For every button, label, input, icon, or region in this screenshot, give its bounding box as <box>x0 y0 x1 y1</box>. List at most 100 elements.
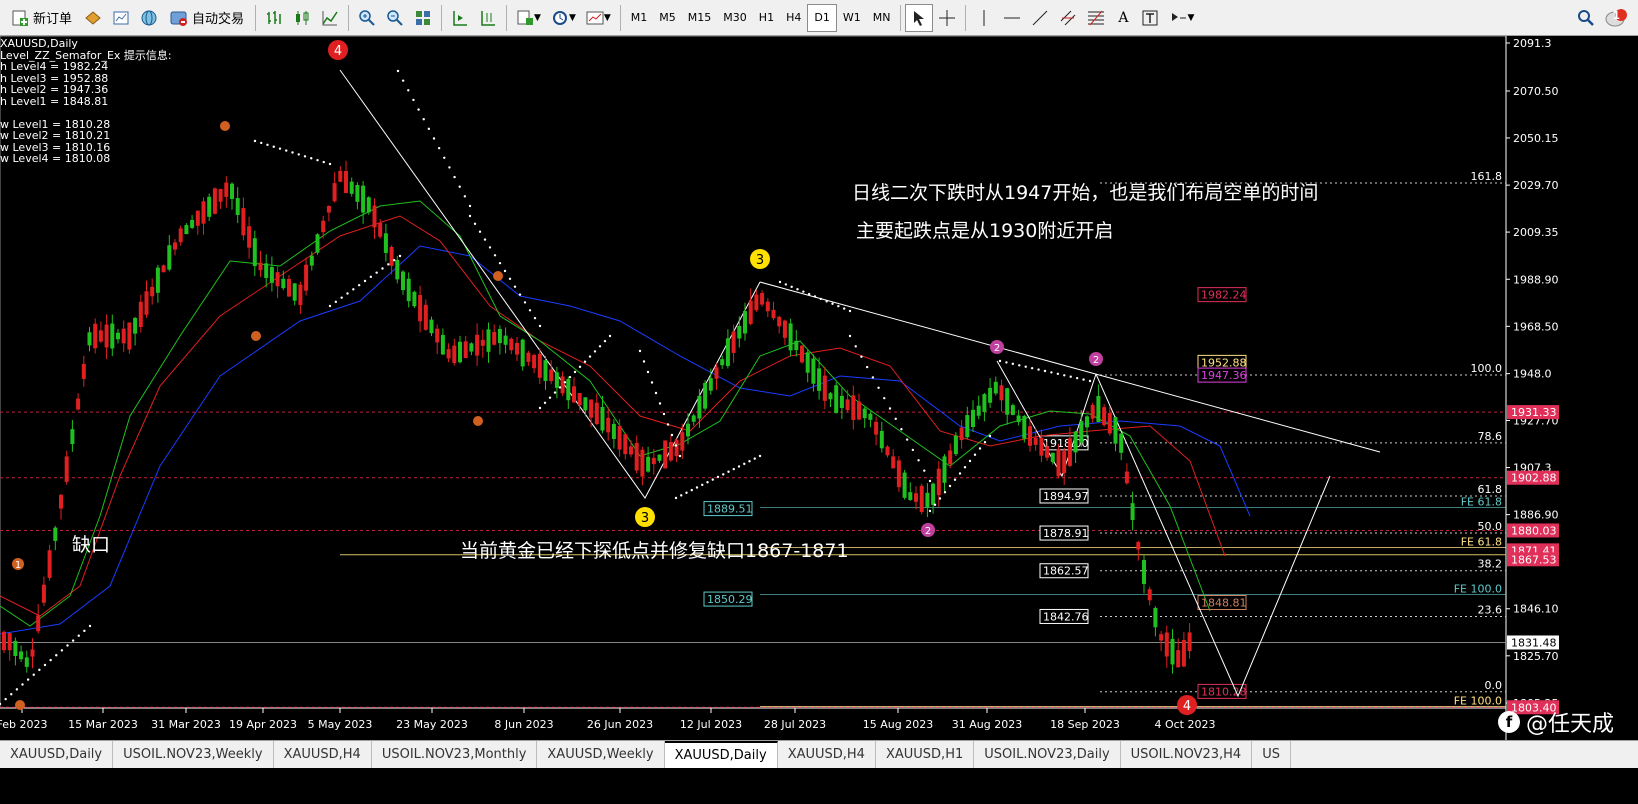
timeframe-w1-button[interactable]: W1 <box>837 4 867 32</box>
trendline-button[interactable] <box>1026 4 1054 32</box>
sar-dot <box>346 292 349 295</box>
price-tick-label: 2009.35 <box>1513 226 1559 239</box>
navigator-button[interactable] <box>135 4 163 32</box>
candle-body <box>623 434 628 455</box>
tile-windows-button[interactable] <box>409 4 437 32</box>
sar-dot <box>662 412 666 416</box>
candle-body <box>965 415 970 438</box>
vertical-line-icon <box>975 9 993 27</box>
timeframe-d1-button[interactable]: D1 <box>807 3 837 32</box>
candle-body <box>184 225 189 235</box>
sar-dot <box>888 407 892 410</box>
chart-shift-button[interactable] <box>446 4 474 32</box>
semafor-marker-label: 2 <box>1093 355 1099 366</box>
sar-dot <box>49 658 52 662</box>
auto-trading-button[interactable]: 自动交易 <box>163 4 251 32</box>
timeframe-h4-button[interactable]: H4 <box>780 4 807 32</box>
new-order-button[interactable]: 新订单 <box>4 4 79 32</box>
timeframe-m15-button[interactable]: M15 <box>682 4 718 32</box>
sar-dot <box>911 448 915 452</box>
auto-scroll-button[interactable] <box>474 4 502 32</box>
vertical-line-button[interactable] <box>970 4 998 32</box>
timeframe-m1-button[interactable]: M1 <box>625 4 654 32</box>
periods-button[interactable]: ▼ <box>546 4 581 32</box>
crosshair-tool-button[interactable] <box>933 4 961 32</box>
chart-tab[interactable]: XAUUSD,H4 <box>274 741 372 768</box>
crosshair-icon <box>938 9 956 27</box>
sar-dot <box>60 649 64 652</box>
channel-button[interactable] <box>1054 4 1082 32</box>
sar-dot <box>381 267 384 270</box>
data-window-button[interactable] <box>107 4 135 32</box>
fibonacci-button[interactable] <box>1082 4 1110 32</box>
search-button[interactable] <box>1572 4 1600 32</box>
notifications-button[interactable]: 1 <box>1600 4 1628 32</box>
sar-dot <box>802 290 805 293</box>
chart-tab[interactable]: XAUUSD,Daily <box>0 741 114 768</box>
sar-dot <box>278 147 282 150</box>
zoom-in-button[interactable] <box>353 4 381 32</box>
fib-level-label: 61.8 <box>1478 483 1503 496</box>
candle-body <box>777 316 782 327</box>
sar-dot <box>478 230 482 233</box>
sar-dot <box>854 345 857 348</box>
timeframe-mn-button[interactable]: MN <box>867 4 897 32</box>
chart-tab[interactable]: USOIL.NOV23,Monthly <box>372 741 538 768</box>
timeframe-h1-button[interactable]: H1 <box>753 4 780 32</box>
templates-button[interactable]: ▼ <box>581 4 616 32</box>
chart-canvas[interactable]: 2091.3 2070.50 2050.15 2029.70 2009.35 1988.9… <box>0 36 1638 740</box>
candlestick-button[interactable] <box>288 4 316 32</box>
chart-tab[interactable]: USOIL.NOV23,Daily <box>974 741 1121 768</box>
line-chart-button[interactable] <box>316 4 344 32</box>
author-watermark: f @任天成 <box>1497 706 1614 738</box>
candle-body <box>572 386 576 403</box>
candle-body <box>697 395 702 419</box>
candle-body <box>383 233 388 253</box>
sar-dot <box>638 349 642 353</box>
candle-body <box>275 272 280 287</box>
chart-tab[interactable]: XAUUSD,H1 <box>876 741 975 768</box>
text-label-button[interactable] <box>1136 4 1164 32</box>
candle-body <box>264 263 269 278</box>
bar-chart-button[interactable] <box>260 4 288 32</box>
chart-tab[interactable]: XAUUSD,H4 <box>778 741 876 768</box>
market-watch-button[interactable] <box>79 4 107 32</box>
cursor-tool-button[interactable] <box>905 3 934 32</box>
price-chart[interactable]: 2091.3 2070.50 2050.15 2029.70 2009.35 1988.9… <box>0 36 1638 740</box>
horizontal-line-button[interactable] <box>998 4 1026 32</box>
candle-body <box>714 367 719 379</box>
chart-tab[interactable]: US <box>1252 741 1291 768</box>
timeframe-m5-button[interactable]: M5 <box>653 4 682 32</box>
zoom-out-button[interactable] <box>381 4 409 32</box>
candle-body <box>1073 431 1078 453</box>
candle-body <box>104 324 109 348</box>
fib-level-label: 23.6 <box>1478 603 1503 616</box>
candle-body <box>948 450 953 465</box>
sar-dot <box>848 309 852 313</box>
chart-tab[interactable]: USOIL.NOV23,H4 <box>1121 741 1253 768</box>
candle-body <box>594 402 599 425</box>
chart-tab[interactable]: XAUUSD,Daily <box>664 741 778 768</box>
arrows-button[interactable]: ▼ <box>1164 4 1199 32</box>
chart-tab[interactable]: XAUUSD,Weekly <box>537 741 665 768</box>
chart-tab[interactable]: USOIL.NOV23,Weekly <box>113 741 274 768</box>
candle-body <box>953 435 958 455</box>
indicators-button[interactable]: ▼ <box>511 4 546 32</box>
candle-body <box>1124 471 1129 484</box>
candle-body <box>412 291 417 307</box>
sar-dot <box>568 375 572 379</box>
candle-body <box>891 456 896 469</box>
sar-dot <box>15 688 19 691</box>
timeframe-m30-button[interactable]: M30 <box>717 4 753 32</box>
candle-body <box>629 446 633 455</box>
chart-price-label: 1982.24 <box>1201 289 1247 302</box>
price-tick-label: 1886.90 <box>1513 509 1559 522</box>
candle-body <box>611 423 616 440</box>
text-tool-button[interactable]: A <box>1110 4 1136 32</box>
date-tick-label: 23 May 2023 <box>396 718 468 731</box>
candle-body <box>532 354 537 369</box>
candle-body <box>663 440 668 469</box>
axis-price-box-label: 1902.88 <box>1511 472 1557 485</box>
semafor-marker-label: 2 <box>925 526 931 537</box>
annotation-gap-repair: 当前黄金已经下探低点并修复缺口1867-1871 <box>460 540 849 562</box>
